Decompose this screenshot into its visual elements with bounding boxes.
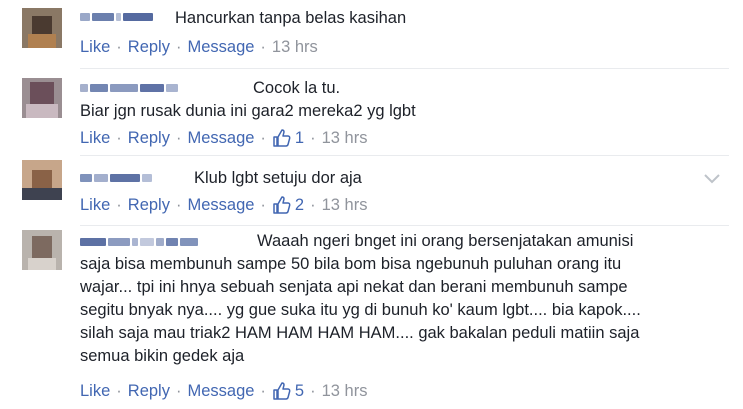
- separator: ·: [175, 381, 182, 400]
- comment-text: Hancurkan tanpa belas kasihan: [175, 9, 407, 27]
- separator: ·: [310, 128, 316, 147]
- comment-actions: Like · Reply · Message · 2 · 13 hrs: [80, 195, 367, 215]
- divider: [80, 225, 729, 226]
- like-link[interactable]: Like: [80, 129, 110, 148]
- separator: ·: [260, 38, 266, 56]
- divider: [80, 68, 729, 69]
- reply-link[interactable]: Reply: [128, 196, 170, 215]
- comment-actions: Like · Reply · Message · 13 hrs: [80, 38, 318, 57]
- comment-text: Klub lgbt setuju dor aja: [194, 169, 362, 187]
- like-count[interactable]: 2: [272, 195, 304, 215]
- message-link[interactable]: Message: [187, 129, 254, 148]
- separator: ·: [175, 128, 182, 147]
- separator: ·: [116, 128, 122, 147]
- timestamp[interactable]: 13 hrs: [322, 129, 368, 148]
- avatar[interactable]: [22, 160, 62, 200]
- separator: ·: [260, 381, 266, 400]
- reply-link[interactable]: Reply: [128, 38, 170, 57]
- comment-1: Hancurkan tanpa belas kasihan Like · Rep…: [0, 0, 743, 70]
- avatar[interactable]: [22, 230, 62, 270]
- like-count-value: 5: [294, 381, 305, 400]
- like-count[interactable]: 5: [272, 381, 304, 401]
- avatar[interactable]: [22, 78, 62, 118]
- separator: ·: [260, 128, 266, 147]
- thumbs-up-icon: [273, 129, 291, 147]
- separator: ·: [175, 38, 182, 56]
- comment-actions: Like · Reply · Message · 1 · 13 hrs: [80, 128, 367, 148]
- comment-2: Cocok la tu. Biar jgn rusak dunia ini ga…: [0, 70, 743, 155]
- separator: ·: [310, 381, 316, 400]
- like-link[interactable]: Like: [80, 38, 110, 57]
- thumbs-up-icon: [273, 196, 291, 214]
- divider: [80, 155, 729, 156]
- separator: ·: [116, 38, 122, 56]
- blurred-author-name[interactable]: [80, 10, 153, 24]
- separator: ·: [260, 195, 266, 214]
- timestamp[interactable]: 13 hrs: [322, 382, 368, 401]
- blurred-author-name[interactable]: [80, 171, 152, 185]
- timestamp[interactable]: 13 hrs: [272, 38, 318, 57]
- reply-link[interactable]: Reply: [128, 382, 170, 401]
- separator: ·: [116, 195, 122, 214]
- separator: ·: [175, 195, 182, 214]
- thumbs-up-icon: [273, 382, 291, 400]
- separator: ·: [310, 195, 316, 214]
- avatar[interactable]: [22, 8, 62, 48]
- timestamp[interactable]: 13 hrs: [322, 196, 368, 215]
- like-link[interactable]: Like: [80, 196, 110, 215]
- message-link[interactable]: Message: [187, 382, 254, 401]
- comment-4: Waaah ngeri bnget ini orang bersenjataka…: [0, 227, 743, 409]
- like-link[interactable]: Like: [80, 382, 110, 401]
- message-link[interactable]: Message: [187, 196, 254, 215]
- separator: ·: [116, 381, 122, 400]
- like-count-value: 1: [294, 128, 305, 147]
- comment-3: Klub lgbt setuju dor aja Like · Reply · …: [0, 157, 743, 225]
- like-count[interactable]: 1: [272, 128, 304, 148]
- message-link[interactable]: Message: [187, 38, 254, 57]
- like-count-value: 2: [294, 195, 305, 214]
- reply-link[interactable]: Reply: [128, 129, 170, 148]
- comment-text: Cocok la tu. Biar jgn rusak dunia ini ga…: [80, 79, 416, 120]
- comment-text: Waaah ngeri bnget ini orang bersenjataka…: [80, 232, 641, 365]
- comment-actions: Like · Reply · Message · 5 · 13 hrs: [80, 381, 367, 401]
- chevron-down-icon[interactable]: [703, 172, 721, 184]
